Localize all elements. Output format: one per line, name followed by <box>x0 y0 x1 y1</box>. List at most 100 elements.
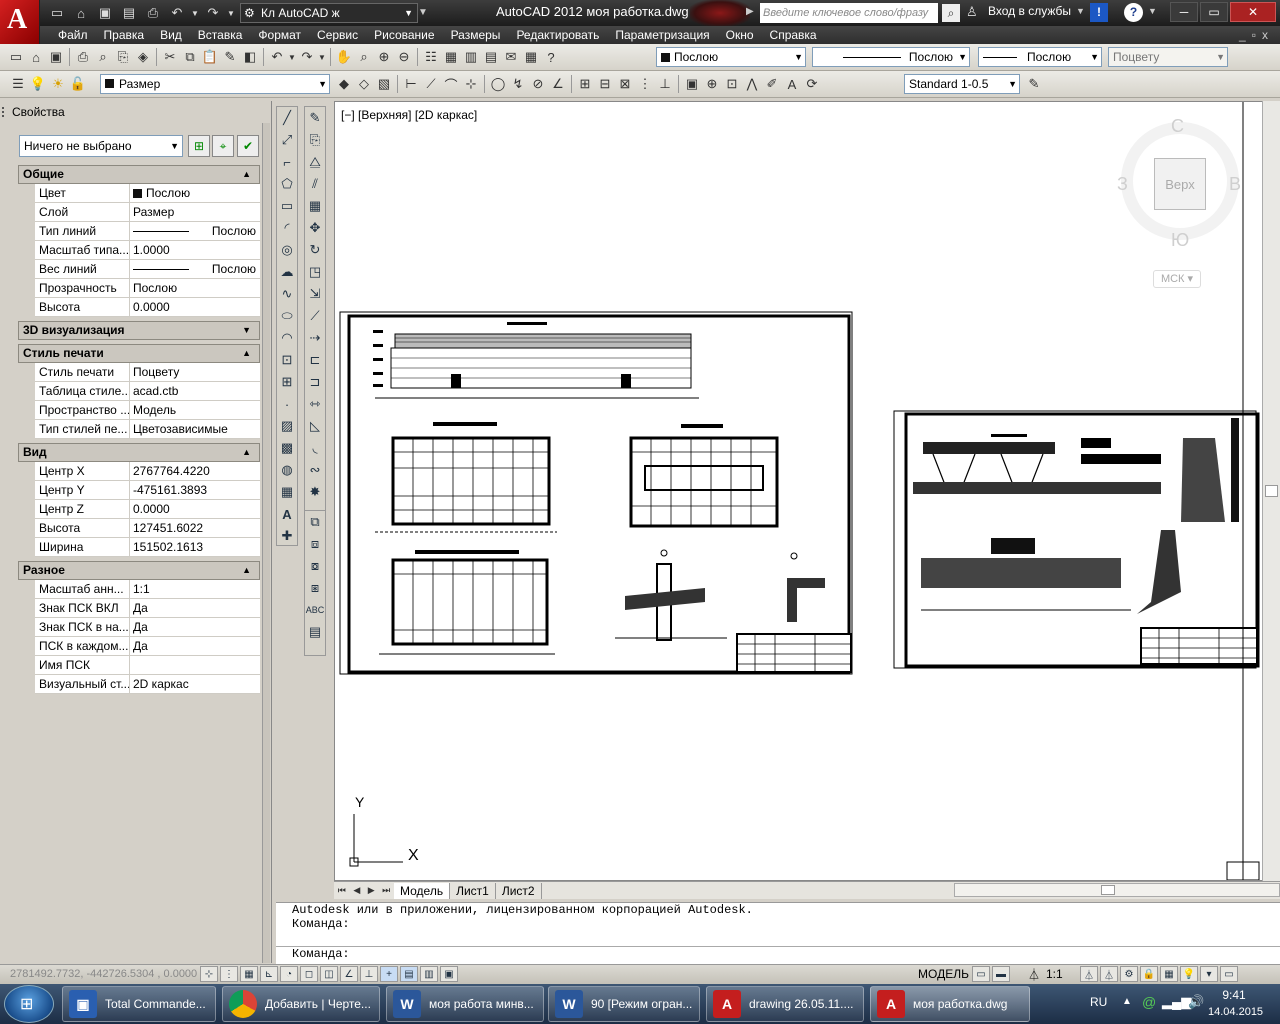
section-misc[interactable]: Разное ▲ <box>18 561 260 580</box>
minimize-button[interactable]: ─ <box>1170 2 1198 22</box>
draw-order-front-icon[interactable]: ⧉ <box>305 511 325 533</box>
dimension-style-icon[interactable]: ✎ <box>1024 74 1044 94</box>
prop-row-lineweight[interactable]: Вес линий Послою <box>35 260 260 279</box>
lightbulb-icon[interactable]: 💡 <box>28 74 48 94</box>
menu-format[interactable]: Формат <box>250 26 309 44</box>
prop-row-visual-style[interactable]: Визуальный ст... 2D каркас <box>35 675 260 694</box>
trim-icon[interactable]: ⟋ <box>305 305 325 327</box>
plotstyle-combo[interactable]: Поцвету ▼ <box>1108 47 1228 67</box>
prop-row-plot-style[interactable]: Стиль печати Поцвету <box>35 363 260 382</box>
horizontal-scrollbar[interactable] <box>954 883 1280 897</box>
lineweight-combo[interactable]: Послою ▼ <box>978 47 1102 67</box>
grid-display-icon[interactable]: ▦ <box>240 966 258 982</box>
ordinate-dimension-icon[interactable]: ⊹ <box>461 74 481 94</box>
start-button[interactable]: ⊞ <box>4 985 54 1023</box>
sun-icon[interactable]: ☀ <box>48 74 68 94</box>
doc-restore-button[interactable]: ▫ <box>1252 28 1262 42</box>
isolate-objects-icon[interactable]: 💡 <box>1180 966 1198 982</box>
cut-icon[interactable]: ✂ <box>160 47 180 67</box>
diameter-dimension-icon[interactable]: ⊘ <box>528 74 548 94</box>
save-icon[interactable]: ▣ <box>46 47 66 67</box>
extend-icon[interactable]: ⇢ <box>305 327 325 349</box>
bring-above-icon[interactable]: ⧇ <box>305 555 325 577</box>
prop-row-transparency[interactable]: Прозрачность Послою <box>35 279 260 298</box>
redo-list-icon[interactable]: ▼ <box>317 47 327 67</box>
inspection-icon[interactable]: ⊡ <box>722 74 742 94</box>
qat-menu-icon[interactable]: ▼ <box>418 3 432 23</box>
doc-minimize-button[interactable]: _ <box>1239 28 1252 42</box>
undo-icon[interactable]: ↶ <box>166 3 188 23</box>
jogged-linear-icon[interactable]: ⋀ <box>742 74 762 94</box>
break-icon[interactable]: ⊐ <box>305 371 325 393</box>
annotation-scale-icon[interactable]: ⏃ <box>1028 966 1040 983</box>
add-selected-icon[interactable]: ✚ <box>277 525 297 547</box>
design-center-icon[interactable]: ▦ <box>441 47 461 67</box>
infer-constraints-icon[interactable]: ⊹ <box>200 966 218 982</box>
dimension-text-edit-icon[interactable]: A <box>782 74 802 94</box>
quick-view-layouts-icon[interactable]: ▭ <box>972 966 990 982</box>
menu-parametric[interactable]: Параметризация <box>607 26 717 44</box>
last-tab-icon[interactable]: ⏭ <box>382 885 390 896</box>
redo-icon[interactable]: ↷ <box>202 3 224 23</box>
auto-scale-icon[interactable]: ⏃ <box>1100 966 1118 982</box>
fillet-icon[interactable]: ◟ <box>305 437 325 459</box>
dimension-update-icon[interactable]: ⟳ <box>802 74 822 94</box>
vertical-scroll-thumb[interactable] <box>1265 485 1278 497</box>
block-editor-icon[interactable]: ◧ <box>240 47 260 67</box>
prop-row-ltscale[interactable]: Масштаб типа... 1.0000 <box>35 241 260 260</box>
prop-row-thickness[interactable]: Высота 0.0000 <box>35 298 260 317</box>
taskbar-item-active[interactable]: Aмоя работка.dwg <box>870 986 1030 1022</box>
polar-tracking-icon[interactable]: ◔ <box>280 966 298 982</box>
prop-row-ucs-origin[interactable]: Знак ПСК в на... Да <box>35 618 260 637</box>
taskbar-item[interactable]: Adrawing 26.05.11.... <box>706 986 864 1022</box>
hardware-acceleration-icon[interactable]: ▦ <box>1160 966 1178 982</box>
ellipse-arc-icon[interactable]: ◠ <box>277 327 297 349</box>
language-indicator[interactable]: RU <box>1090 995 1107 1009</box>
save-icon[interactable]: ▣ <box>94 3 116 23</box>
prop-row-plot-table[interactable]: Таблица стиле... acad.ctb <box>35 382 260 401</box>
next-tab-icon[interactable]: ▶ <box>368 885 375 896</box>
insert-block-icon[interactable]: ⊡ <box>277 349 297 371</box>
palette-side-bar[interactable] <box>262 123 270 963</box>
select-objects-icon[interactable]: ⌖ <box>212 135 234 157</box>
menu-view[interactable]: Вид <box>152 26 190 44</box>
hatch-back-icon[interactable]: ▤ <box>305 621 325 643</box>
login-button[interactable]: Вход в службы <box>988 4 1071 18</box>
polyline-icon[interactable]: ⌐ <box>277 151 297 173</box>
rectangle-icon[interactable]: ▭ <box>277 195 297 217</box>
object-snap-tracking-icon[interactable]: ∠ <box>340 966 358 982</box>
revision-cloud-icon[interactable]: ☁ <box>277 261 297 283</box>
menu-draw[interactable]: Рисование <box>366 26 442 44</box>
jogged-dimension-icon[interactable]: ↯ <box>508 74 528 94</box>
menu-file[interactable]: Файл <box>50 26 96 44</box>
copy-object-icon[interactable]: ⎘ <box>305 129 325 151</box>
plot-icon[interactable]: ⎙ <box>73 47 93 67</box>
signal-icon[interactable]: ▂▄▆ <box>1162 994 1191 1010</box>
gradient-icon[interactable]: ▩ <box>277 437 297 459</box>
prop-row-view-width[interactable]: Ширина 151502.1613 <box>35 538 260 557</box>
prop-row-ucs-per-viewport[interactable]: ПСК в каждом... Да <box>35 637 260 656</box>
layer-states-icon[interactable]: ▧ <box>374 74 394 94</box>
toggle-pickadd-icon[interactable]: ⊞ <box>188 135 210 157</box>
make-block-icon[interactable]: ⊞ <box>277 371 297 393</box>
search-icon[interactable]: ⌕ <box>942 4 960 22</box>
exchange-icon[interactable]: ! <box>1090 3 1108 22</box>
prop-row-linetype[interactable]: Тип линий Послою <box>35 222 260 241</box>
maximize-button[interactable]: ▭ <box>1200 2 1228 22</box>
dynamic-input-icon[interactable]: + <box>380 966 398 982</box>
layer-manager-icon[interactable]: ☰ <box>8 74 28 94</box>
taskbar-item[interactable]: W 90 [Режим огран... <box>548 986 700 1022</box>
linear-dimension-icon[interactable]: ⊢ <box>401 74 421 94</box>
menu-edit[interactable]: Правка <box>96 26 153 44</box>
quick-dimension-icon[interactable]: ⊞ <box>575 74 595 94</box>
3d-osnap-icon[interactable]: ◫ <box>320 966 338 982</box>
construction-line-icon[interactable]: ⤢ <box>277 129 297 151</box>
zoom-previous-icon[interactable]: ⊖ <box>394 47 414 67</box>
model-space-canvas[interactable]: [−] [Верхняя] [2D каркас] С Ю З В Верх М… <box>334 101 1276 881</box>
taskbar-item[interactable]: Добавить | Черте... <box>222 986 380 1022</box>
sheet-set-icon[interactable]: ▤ <box>481 47 501 67</box>
login-dropdown-icon[interactable]: ▼ <box>1076 6 1085 16</box>
save-as-icon[interactable]: ▤ <box>118 3 140 23</box>
application-menu-button[interactable]: A <box>0 0 40 44</box>
make-current-layer-icon[interactable]: ◆ <box>334 74 354 94</box>
